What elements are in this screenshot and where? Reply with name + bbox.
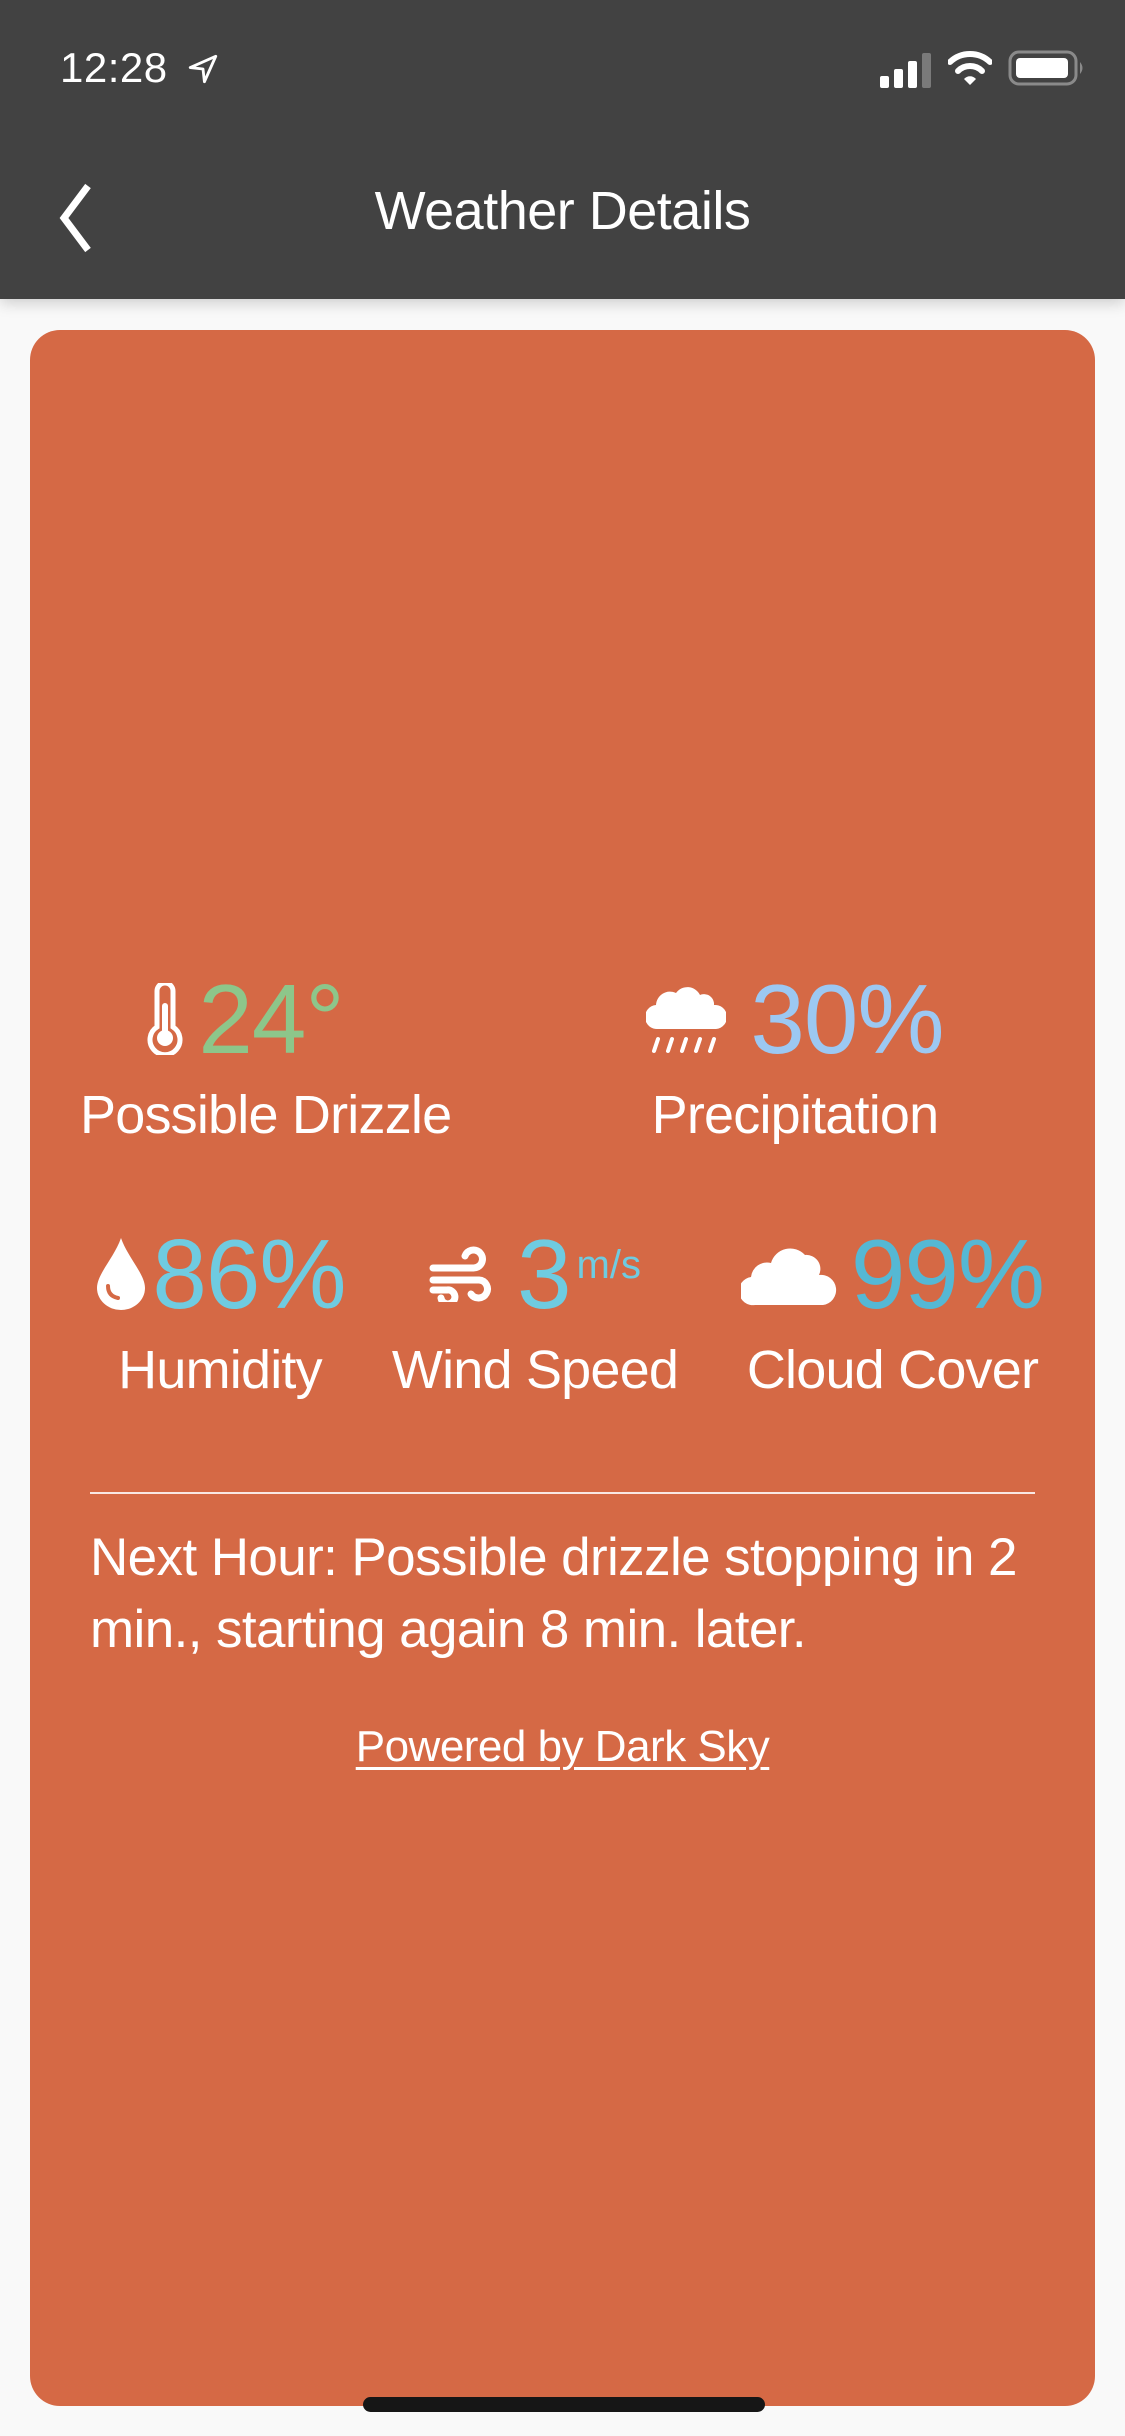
next-hour-summary: Next Hour: Possible drizzle stopping in … [90, 1528, 1018, 1659]
cloud-cover-label: Cloud Cover [746, 1340, 1039, 1400]
wind-icon [429, 1246, 491, 1302]
page-title: Weather Details [374, 181, 751, 241]
status-time: 12:28 [60, 44, 168, 91]
precipitation-value: 30% [750, 964, 944, 1074]
precipitation-label: Precipitation [651, 1085, 940, 1145]
water-drop-icon [97, 1238, 146, 1310]
cloud-icon [740, 1248, 837, 1306]
home-indicator[interactable] [363, 2397, 765, 2412]
wifi-icon [948, 51, 992, 85]
humidity-value: 86% [152, 1219, 346, 1329]
temperature-label: Possible Drizzle [80, 1085, 452, 1145]
location-arrow-icon [188, 54, 218, 84]
nav-header: 12:28 Weather Details [0, 0, 1125, 299]
wind-speed-label: Wind Speed [391, 1340, 679, 1400]
cloud-rain-icon [646, 987, 727, 1053]
cloud-cover-value: 99% [850, 1219, 1045, 1329]
stat-wind-speed: 3 m/s Wind Speed [385, 1225, 685, 1401]
weather-card: 24° Possible Drizzle 30% Precipitation 8… [30, 330, 1095, 2406]
stat-precipitation: 30% Precipitation [610, 970, 980, 1146]
stat-humidity: 86% Humidity [70, 1225, 370, 1401]
cellular-signal-icon [880, 53, 931, 88]
stat-cloud-cover: 99% Cloud Cover [720, 1225, 1065, 1401]
wind-speed-value: 3 [517, 1219, 572, 1329]
humidity-label: Humidity [118, 1340, 322, 1400]
wind-speed-unit: m/s [576, 1243, 641, 1287]
thermometer-icon [147, 983, 183, 1055]
temperature-value: 24° [198, 964, 344, 1074]
battery-icon [1008, 50, 1083, 86]
stat-temperature: 24° Possible Drizzle [80, 964, 452, 1146]
powered-by-dark-sky-link[interactable]: Powered by Dark Sky [356, 1722, 770, 1771]
powered-by: Powered by Dark Sky [30, 1722, 1095, 1772]
divider [90, 1492, 1035, 1494]
